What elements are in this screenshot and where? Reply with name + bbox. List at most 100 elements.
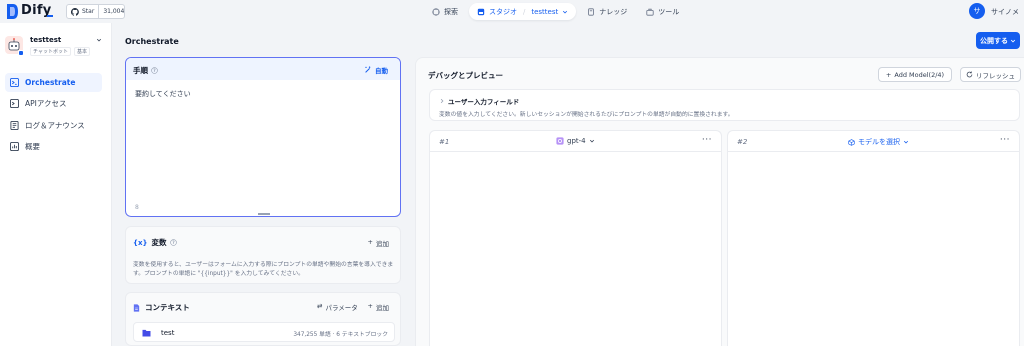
model-column-header: #2 モデルを選択 ··· [728, 131, 1019, 152]
add-context-button[interactable]: + 追加 [368, 302, 389, 312]
debug-preview-panel: デバッグとプレビュー + Add Model(2/4) リフレッシュ ユーザー入… [415, 57, 1024, 346]
nav-explore-label: 探索 [444, 7, 458, 16]
add-variable-button[interactable]: + 追加 [368, 238, 389, 248]
context-params-label: パラメータ [325, 304, 358, 312]
refresh-button[interactable]: リフレッシュ [960, 67, 1021, 82]
user-avatar[interactable]: サ [969, 3, 985, 19]
log-icon [10, 121, 19, 130]
publish-button-label: 公開する [980, 36, 1008, 45]
prompt-editor-card[interactable]: 手順 ? 自動 要約してください 8 [125, 57, 401, 217]
nav-tools-label: ツール [658, 7, 680, 16]
nav-studio[interactable]: スタジオ / testtest [469, 3, 577, 20]
sidebar-item-logs[interactable]: ログ＆アナウンス [5, 116, 102, 135]
variables-description: 変数を使用すると、ユーザーはフォームに入力する際にプロンプトの単語や開始の言葉を… [133, 262, 394, 277]
openai-icon [556, 137, 564, 145]
book-icon [588, 7, 595, 16]
chevron-down-icon [589, 139, 594, 143]
plus-icon: + [367, 238, 373, 246]
more-options-icon[interactable]: ··· [702, 135, 712, 145]
context-card: コンテキスト ⇄ パラメータ + 追加 test 347,255 単語 · 6 … [125, 292, 401, 346]
prompt-char-count: 8 [135, 204, 139, 211]
variables-title: {x} 変数 ? [133, 237, 178, 248]
app-menu-chevron-icon[interactable] [96, 37, 102, 43]
svg-text:?: ? [153, 68, 156, 73]
model-selector[interactable]: gpt-4 [556, 137, 595, 145]
dataset-meta: 347,255 単語 · 6 テキストブロック [293, 332, 388, 338]
user-name[interactable]: サイノメ [991, 7, 1019, 17]
terminal-icon [10, 78, 19, 87]
add-context-label: 追加 [376, 304, 389, 312]
sidebar-item-label: 概要 [25, 142, 40, 151]
user-input-fields-card: ユーザー入力フィールド 変数の値を入力してください。新しいセッションが開始される… [429, 89, 1020, 121]
model-selector[interactable]: モデルを選択 [848, 137, 909, 147]
add-model-button[interactable]: + Add Model(2/4) [878, 67, 952, 82]
nav-knowledge[interactable]: ナレッジ [579, 3, 635, 20]
more-options-icon[interactable]: ··· [1000, 135, 1010, 145]
resize-handle[interactable] [258, 213, 270, 215]
user-input-title-label: ユーザー入力フィールド [448, 98, 520, 106]
github-icon [71, 7, 79, 16]
sidebar-item-orchestrate[interactable]: Orchestrate [5, 73, 102, 92]
app-mode-tag: 基本 [73, 47, 90, 56]
variable-braces-icon: {x} [133, 238, 148, 247]
plus-icon: + [367, 302, 373, 310]
app-type-badge-icon [18, 50, 24, 56]
folder-icon [142, 329, 151, 337]
chart-icon [10, 142, 19, 151]
plus-icon: + [885, 70, 892, 79]
sidebar-item-api[interactable]: APIアクセス [5, 94, 102, 113]
nav-explore[interactable]: 探索 [424, 3, 466, 20]
toolbox-icon [646, 8, 654, 16]
context-dataset-item[interactable]: test 347,255 単語 · 6 テキストブロック [133, 322, 395, 342]
app-type-tags: チャットボット 基本 [30, 47, 90, 56]
main-nav: 探索 スタジオ / testtest ナレッジ ツール [424, 3, 687, 20]
help-icon[interactable]: ? [151, 67, 158, 74]
magic-wand-icon [365, 66, 371, 73]
nav-knowledge-label: ナレッジ [599, 7, 628, 16]
page-title: Orchestrate [125, 37, 179, 46]
refresh-icon [966, 71, 973, 78]
add-model-label: Add Model(2/4) [894, 70, 945, 79]
prompt-text[interactable]: 要約してください [135, 89, 191, 99]
user-input-description: 変数の値を入力してください。新しいセッションが開始されるたびにプロンプトの単語が… [439, 112, 734, 118]
publish-button[interactable]: 公開する [976, 32, 1020, 49]
chevron-down-icon [563, 10, 568, 13]
user-input-title[interactable]: ユーザー入力フィールド [439, 96, 519, 106]
sidebar-item-overview[interactable]: 概要 [5, 137, 102, 156]
dify-logo-icon [7, 4, 18, 19]
github-star-count: 31,004 [103, 8, 125, 15]
dataset-name: test [161, 329, 175, 337]
model-number: #1 [439, 138, 450, 146]
prompt-header: 手順 ? 自動 [126, 58, 400, 80]
model-selector-label: gpt-4 [567, 137, 586, 145]
context-params-button[interactable]: ⇄ パラメータ [317, 302, 358, 312]
debug-title: デバッグとプレビュー [428, 71, 503, 80]
add-variable-label: 追加 [376, 240, 389, 248]
brand-underline [47, 15, 53, 17]
sidebar-item-label: Orchestrate [25, 78, 76, 87]
svg-text:?: ? [173, 240, 176, 245]
sidebar-item-label: ログ＆アナウンス [25, 121, 85, 130]
nav-studio-label: スタジオ [489, 7, 517, 16]
app-type-tag: チャットボット [30, 47, 71, 56]
github-star-button[interactable]: Star 31,004 [66, 4, 125, 19]
chevron-down-icon [903, 140, 909, 144]
auto-generate-button[interactable]: 自動 [364, 65, 388, 75]
context-title-label: コンテキスト [145, 303, 190, 312]
chevron-down-icon [1010, 39, 1016, 42]
nav-separator: / [523, 7, 526, 16]
model-number: #2 [737, 138, 748, 146]
context-title: コンテキスト [133, 302, 190, 313]
nav-tools[interactable]: ツール [638, 3, 687, 20]
nav-app-label[interactable]: testtest [531, 8, 558, 16]
api-icon [10, 99, 19, 108]
studio-icon [477, 8, 485, 15]
app-name: testtest [30, 36, 62, 44]
auto-generate-label: 自動 [375, 67, 388, 75]
prompt-title-label: 手順 [133, 66, 148, 75]
help-icon[interactable]: ? [170, 239, 178, 246]
model-selector-label: モデルを選択 [858, 138, 900, 146]
compass-icon [432, 7, 440, 16]
model-column-2: #2 モデルを選択 ··· [727, 130, 1020, 346]
model-column-header: #1 gpt-4 ··· [430, 131, 721, 152]
